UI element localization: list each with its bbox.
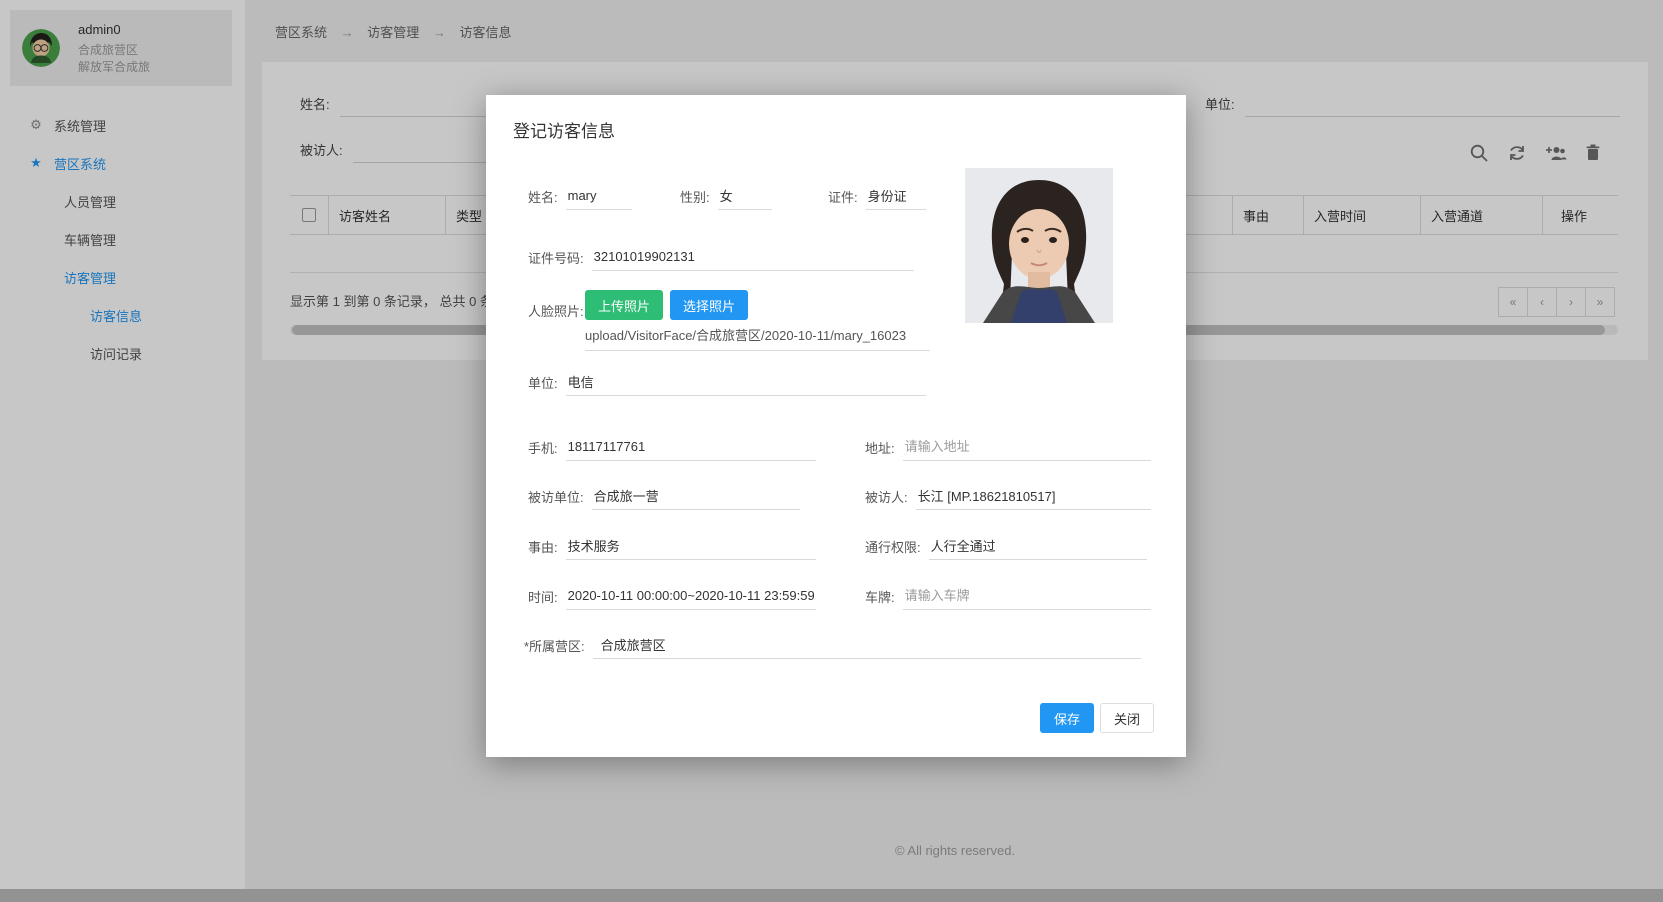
permission-field-group: 通行权限:: [865, 531, 1147, 561]
address-input[interactable]: [903, 433, 1151, 461]
choose-photo-button[interactable]: 选择照片: [670, 290, 748, 320]
time-label: 时间:: [528, 587, 558, 606]
visitor-registration-modal: 登记访客信息 姓名: 性别: 证件: 证件号码: 人脸照片: 上传照片 选择照片…: [486, 95, 1186, 757]
plate-field-group: 车牌:: [865, 581, 1151, 611]
unit-field-group: 单位:: [528, 367, 926, 397]
face-photo-buttons: 上传照片 选择照片: [585, 290, 748, 320]
permission-input[interactable]: [929, 532, 1147, 560]
name-field-group: 姓名:: [528, 181, 632, 211]
close-button[interactable]: 关闭: [1100, 703, 1154, 733]
face-photo-path: upload/VisitorFace/合成旅营区/2020-10-11/mary…: [585, 321, 930, 351]
id-type-input[interactable]: [866, 182, 926, 210]
visited-person-input[interactable]: [916, 482, 1151, 510]
reason-field-group: 事由:: [528, 531, 816, 561]
visited-person-label: 被访人:: [865, 487, 908, 506]
time-field-group: 时间:: [528, 581, 816, 611]
face-photo-field-group: 人脸照片:: [528, 295, 592, 325]
id-number-label: 证件号码:: [528, 248, 584, 267]
face-photo-label: 人脸照片:: [528, 301, 584, 320]
name-input[interactable]: [566, 182, 632, 210]
save-button[interactable]: 保存: [1040, 703, 1094, 733]
name-label: 姓名:: [528, 187, 558, 206]
gender-field-group: 性别:: [680, 181, 772, 211]
visited-unit-input[interactable]: [592, 482, 800, 510]
reason-label: 事由:: [528, 537, 558, 556]
phone-field-group: 手机:: [528, 432, 816, 462]
gender-input[interactable]: [718, 182, 772, 210]
id-number-field-group: 证件号码:: [528, 242, 914, 272]
unit-input[interactable]: [566, 368, 926, 396]
plate-input[interactable]: [903, 582, 1151, 610]
phone-input[interactable]: [566, 433, 816, 461]
visited-unit-field-group: 被访单位:: [528, 481, 800, 511]
id-type-label: 证件:: [828, 187, 858, 206]
camp-input[interactable]: [593, 631, 1141, 659]
camp-field-group: *所属营区:: [524, 630, 1141, 660]
visited-unit-label: 被访单位:: [528, 487, 584, 506]
visitor-photo-image: [965, 168, 1113, 323]
upload-photo-button[interactable]: 上传照片: [585, 290, 663, 320]
reason-input[interactable]: [566, 532, 816, 560]
time-range-input[interactable]: [566, 582, 816, 610]
visitor-photo: [965, 168, 1113, 323]
gender-label: 性别:: [680, 187, 710, 206]
unit-label: 单位:: [528, 373, 558, 392]
phone-label: 手机:: [528, 438, 558, 457]
id-type-field-group: 证件:: [828, 181, 926, 211]
permission-label: 通行权限:: [865, 537, 921, 556]
visited-person-field-group: 被访人:: [865, 481, 1151, 511]
address-label: 地址:: [865, 438, 895, 457]
camp-label: *所属营区:: [524, 636, 585, 655]
address-field-group: 地址:: [865, 432, 1151, 462]
id-number-input[interactable]: [592, 243, 914, 271]
plate-label: 车牌:: [865, 587, 895, 606]
modal-title: 登记访客信息: [513, 117, 615, 142]
